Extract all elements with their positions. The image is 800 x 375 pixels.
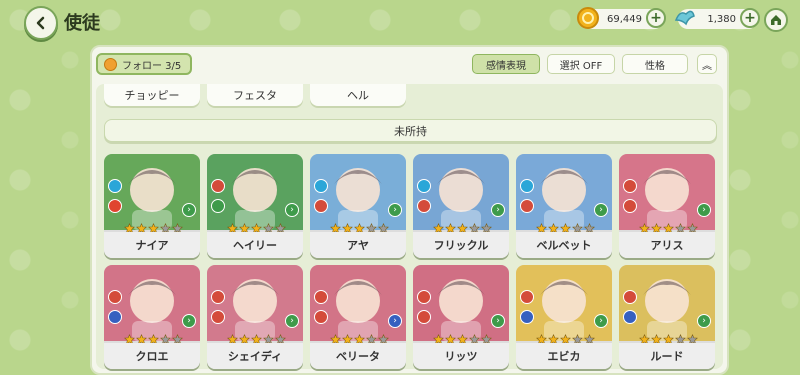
- home-button[interactable]: [764, 8, 788, 32]
- card-name: ベルベット: [516, 232, 612, 258]
- card-name: アリス: [619, 232, 715, 258]
- chevron-right-icon: ›: [182, 314, 196, 328]
- element-badge-icon: [211, 290, 225, 304]
- page-title: 使徒: [64, 13, 100, 34]
- owned-card-name[interactable]: ヘル: [310, 84, 406, 106]
- card-name: エビカ: [516, 343, 612, 369]
- gem-amount: 1,380: [707, 13, 736, 25]
- gem-plus-button[interactable]: +: [740, 8, 760, 28]
- class-badge-icon: [520, 199, 534, 213]
- follow-icon: [104, 57, 117, 71]
- class-badge-icon: [211, 310, 225, 324]
- element-badge-icon: [108, 290, 122, 304]
- card-name: アヤ: [310, 232, 406, 258]
- chevron-right-icon: ›: [594, 314, 608, 328]
- follow-label: フォロー 3/5: [122, 60, 182, 72]
- chevron-right-icon: ›: [388, 203, 402, 217]
- chevron-right-icon: ›: [697, 203, 711, 217]
- element-badge-icon: [314, 290, 328, 304]
- select-toggle-button[interactable]: 選択 OFF: [547, 54, 615, 74]
- apostle-card[interactable]: › アリス: [619, 154, 715, 258]
- card-name: ベリータ: [310, 343, 406, 369]
- card-name: ルード: [619, 343, 715, 369]
- apostle-card[interactable]: › ベリータ: [310, 265, 406, 369]
- collapse-button[interactable]: ︽: [697, 54, 717, 74]
- personality-button[interactable]: 性格: [622, 54, 688, 74]
- follow-button[interactable]: フォロー 3/5: [96, 53, 192, 75]
- coin-icon: [577, 7, 599, 29]
- chevron-right-icon: ›: [182, 203, 196, 217]
- home-icon: [771, 15, 781, 25]
- gem-icon: [674, 10, 695, 26]
- apostle-card[interactable]: › ヘイリー: [207, 154, 303, 258]
- back-arrow-icon: [36, 16, 45, 30]
- emotion-button[interactable]: 感情表現: [472, 54, 540, 74]
- chevron-right-icon: ›: [285, 203, 299, 217]
- apostle-card[interactable]: › アヤ: [310, 154, 406, 258]
- class-badge-icon: [314, 199, 328, 213]
- card-name: シェイディ: [207, 343, 303, 369]
- class-badge-icon: [623, 310, 637, 324]
- coin-plus-button[interactable]: +: [646, 8, 666, 28]
- element-badge-icon: [623, 290, 637, 304]
- card-name: ナイア: [104, 232, 200, 258]
- unowned-section-header: 未所持: [104, 119, 717, 142]
- class-badge-icon: [623, 199, 637, 213]
- element-badge-icon: [417, 290, 431, 304]
- card-name: ヘイリー: [207, 232, 303, 258]
- element-badge-icon: [211, 179, 225, 193]
- element-badge-icon: [520, 290, 534, 304]
- back-button[interactable]: [24, 6, 58, 40]
- class-badge-icon: [520, 310, 534, 324]
- owned-card-name[interactable]: チョッピー: [104, 84, 200, 106]
- apostle-card[interactable]: › クロエ: [104, 265, 200, 369]
- apostle-card[interactable]: › シェイディ: [207, 265, 303, 369]
- class-badge-icon: [108, 310, 122, 324]
- class-badge-icon: [108, 199, 122, 213]
- element-badge-icon: [520, 179, 534, 193]
- element-badge-icon: [314, 179, 328, 193]
- coin-amount: 69,449: [607, 13, 642, 25]
- coin-counter: 69,449 +: [577, 7, 666, 29]
- card-name: リッツ: [413, 343, 509, 369]
- apostle-card[interactable]: › ベルベット: [516, 154, 612, 258]
- class-badge-icon: [417, 310, 431, 324]
- apostle-card[interactable]: › エビカ: [516, 265, 612, 369]
- class-badge-icon: [211, 199, 225, 213]
- class-badge-icon: [314, 310, 328, 324]
- chevron-right-icon: ›: [388, 314, 402, 328]
- owned-card-name[interactable]: フェスタ: [207, 84, 303, 106]
- chevron-right-icon: ›: [285, 314, 299, 328]
- element-badge-icon: [623, 179, 637, 193]
- card-name: クロエ: [104, 343, 200, 369]
- chevron-right-icon: ›: [697, 314, 711, 328]
- element-badge-icon: [417, 179, 431, 193]
- class-badge-icon: [417, 199, 431, 213]
- apostle-card[interactable]: › リッツ: [413, 265, 509, 369]
- apostle-card[interactable]: › ナイア: [104, 154, 200, 258]
- card-name: フリックル: [413, 232, 509, 258]
- chevron-right-icon: ›: [491, 314, 505, 328]
- chevron-right-icon: ›: [594, 203, 608, 217]
- apostle-card[interactable]: › フリックル: [413, 154, 509, 258]
- apostle-card[interactable]: › ルード: [619, 265, 715, 369]
- element-badge-icon: [108, 179, 122, 193]
- gem-counter: 1,380 +: [674, 8, 760, 29]
- chevron-right-icon: ›: [491, 203, 505, 217]
